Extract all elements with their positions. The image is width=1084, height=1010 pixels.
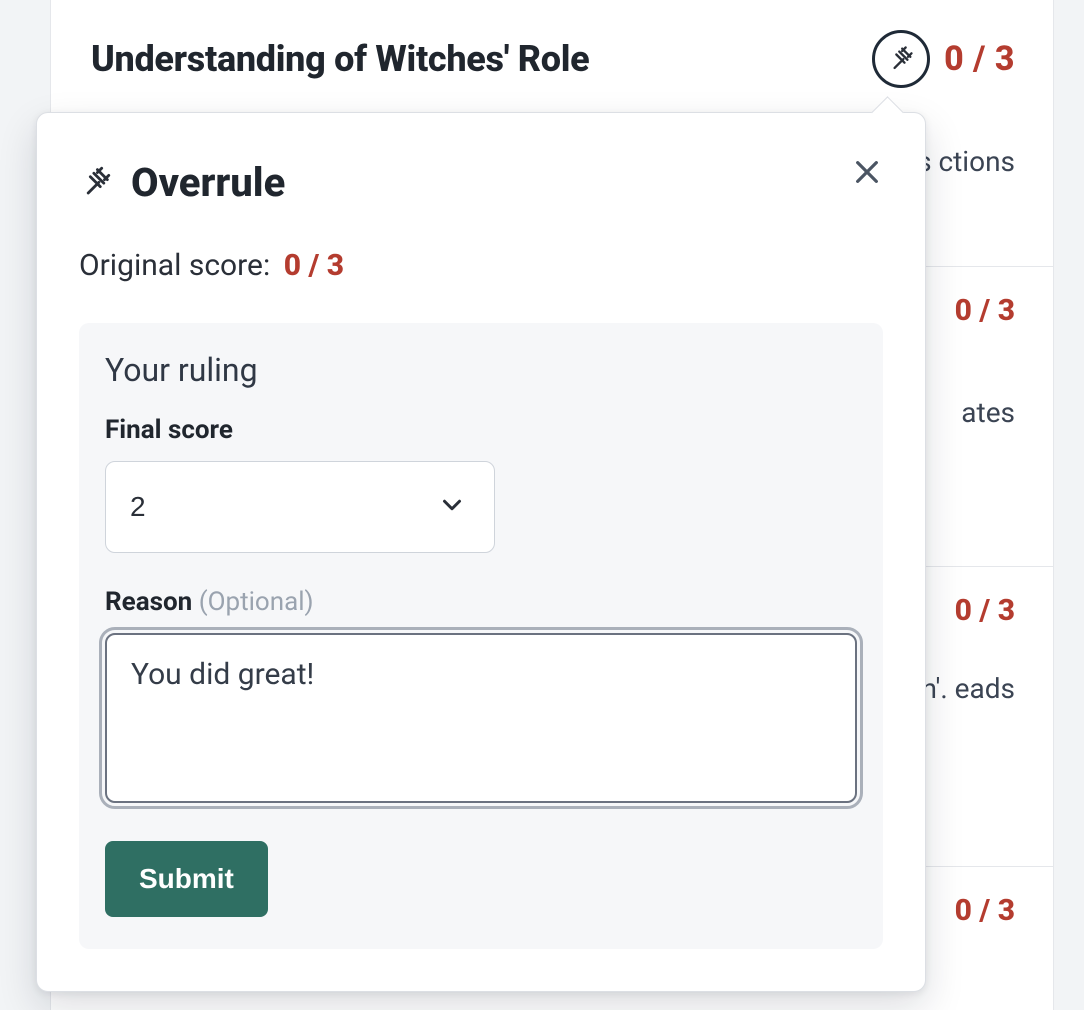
subcriterion-score: 0 / 3 <box>955 293 1015 328</box>
popover-title: Overrule <box>131 159 285 206</box>
final-score-select-wrap <box>105 461 495 553</box>
criterion-score-wrap: 0 / 3 <box>872 30 1015 88</box>
subcriterion-score: 0 / 3 <box>955 593 1015 628</box>
popover-header: Overrule <box>79 159 883 206</box>
gavel-icon <box>79 164 113 202</box>
original-score-value: 0 / 3 <box>284 248 344 283</box>
subcriterion-score: 0 / 3 <box>955 893 1015 928</box>
submit-button[interactable]: Submit <box>105 841 268 917</box>
close-icon <box>851 176 883 191</box>
gavel-icon <box>887 44 915 75</box>
ruling-title: Your ruling <box>105 351 857 389</box>
final-score-label: Final score <box>105 415 857 445</box>
reason-input[interactable] <box>105 633 857 803</box>
overrule-popover: Overrule Original score: 0 / 3 Your ruli… <box>36 112 926 992</box>
reason-label: Reason (Optional) <box>105 587 857 617</box>
ruling-panel: Your ruling Final score Reason (Optional… <box>79 323 883 949</box>
popover-title-wrap: Overrule <box>79 159 285 206</box>
original-score-label: Original score: <box>79 248 270 283</box>
final-score-select[interactable] <box>105 461 495 553</box>
overrule-trigger-button[interactable] <box>872 30 930 88</box>
criterion-header: Understanding of Witches' Role 0 / 3 <box>51 0 1053 116</box>
criterion-score: 0 / 3 <box>944 39 1015 79</box>
original-score-line: Original score: 0 / 3 <box>79 248 883 283</box>
criterion-title: Understanding of Witches' Role <box>91 38 589 80</box>
reason-optional: (Optional) <box>199 587 314 617</box>
close-button[interactable] <box>845 150 889 197</box>
